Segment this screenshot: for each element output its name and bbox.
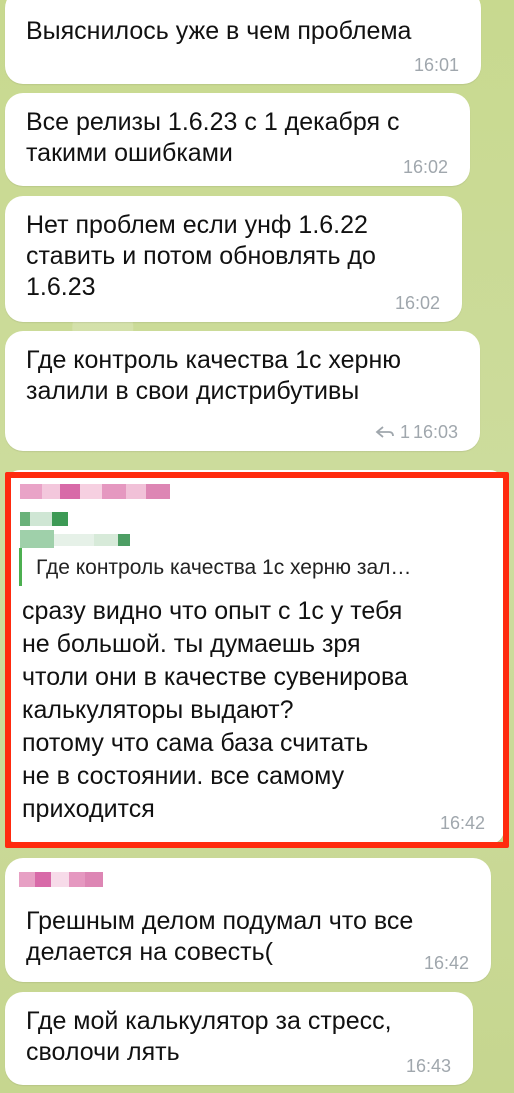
message-text: Где контроль качества 1с херню залили в … xyxy=(26,346,401,405)
message-text: Где мой калькулятор за стресс, сволочи л… xyxy=(26,1007,392,1066)
message-text: Выяснилось уже в чем проблема xyxy=(26,17,412,45)
message-text: Все релизы 1.6.23 с 1 декабря с такими о… xyxy=(26,108,400,167)
message-bubble[interactable]: Все релизы 1.6.23 с 1 декабря с такими о… xyxy=(5,93,470,186)
message-time: 16:43 xyxy=(405,1056,451,1076)
message-time: 16:42 xyxy=(423,953,469,973)
message-text: Нет проблем если унф 1.6.22 ставить и по… xyxy=(26,211,376,301)
reply-count-number: 1 xyxy=(399,422,410,442)
sender-name-blurred xyxy=(19,872,103,887)
message-time: 16:03 xyxy=(412,422,458,442)
reply-count[interactable]: 1 xyxy=(375,422,410,443)
message-bubble[interactable]: Где мой калькулятор за стресс, сволочи л… xyxy=(5,992,473,1085)
red-highlight-frame xyxy=(5,472,509,848)
message-time: 16:02 xyxy=(402,157,448,177)
message-time: 16:01 xyxy=(413,55,459,75)
message-bubble[interactable]: Нет проблем если унф 1.6.22 ставить и по… xyxy=(5,196,462,322)
message-time: 16:02 xyxy=(394,293,440,313)
message-bubble[interactable]: Грешным делом подумал что все делается н… xyxy=(5,858,491,982)
chat-area[interactable]: Выяснилось уже в чем проблема 16:01 Все … xyxy=(0,0,514,1093)
reply-arrow-icon xyxy=(375,422,400,442)
message-text: Грешным делом подумал что все делается н… xyxy=(26,907,414,966)
message-bubble[interactable]: Где контроль качества 1с херню залили в … xyxy=(5,331,480,451)
message-bubble[interactable]: Выяснилось уже в чем проблема 16:01 xyxy=(5,0,481,84)
